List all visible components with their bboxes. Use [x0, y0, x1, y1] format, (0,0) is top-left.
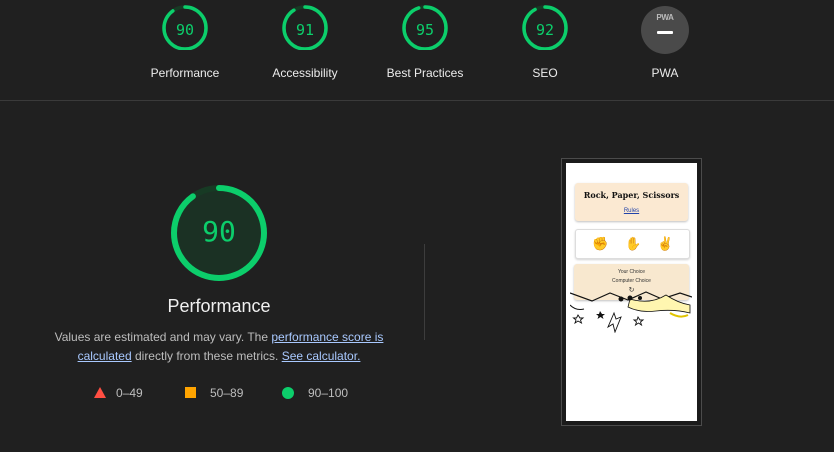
legend-range: 50–89 [210, 386, 244, 400]
computer-choice-text: Computer Choice [612, 278, 651, 284]
screenshot-screen: Rock, Paper, Scissors Rules ✊ ✋ ✌ Your C… [566, 163, 697, 421]
desc-text: Values are estimated and may vary. The [54, 330, 272, 344]
choices-card: ✊ ✋ ✌ [575, 229, 690, 259]
your-choice-text: Your Choice [617, 269, 646, 275]
gauge-score: 90 [175, 21, 195, 39]
gauge-label: PWA [651, 66, 679, 80]
final-screenshot[interactable]: Rock, Paper, Scissors Rules ✊ ✋ ✌ Your C… [561, 158, 702, 426]
divider [424, 244, 425, 340]
paper-icon: ✋ [625, 236, 642, 251]
circle-icon [282, 387, 294, 399]
gauge-score: 91 [295, 21, 315, 39]
performance-description: Values are estimated and may vary. The p… [40, 328, 398, 366]
gauge-label: Performance [150, 66, 220, 80]
performance-score: 90 [202, 215, 236, 248]
desc-text: directly from these metrics. [131, 349, 282, 363]
legend-fail: 0–49 [94, 386, 143, 400]
rock-icon: ✊ [592, 236, 609, 251]
pwa-badge-text: PWA [656, 13, 674, 22]
gauge-label: Best Practices [386, 66, 464, 80]
pwa-badge-icon: PWA [641, 6, 689, 54]
triangle-icon [94, 387, 106, 398]
gauge-score: 92 [535, 21, 555, 39]
gauge-best-practices[interactable]: 95 Best Practices [365, 0, 485, 80]
gauge-seo[interactable]: 92 SEO [485, 0, 605, 80]
performance-gauge: 90 [169, 183, 269, 283]
category-summary: 90 Performance 91 Accessibility 95 Best … [0, 0, 834, 101]
square-icon [185, 387, 196, 398]
performance-title: Performance [167, 296, 271, 316]
gauge-score: 95 [415, 21, 435, 39]
gauge-label: Accessibility [272, 66, 338, 80]
game-title: Rock, Paper, Scissors [583, 190, 680, 200]
comic-decoration-icon [570, 291, 692, 333]
legend-pass: 90–100 [282, 386, 348, 400]
legend-average: 50–89 [185, 386, 243, 400]
legend-range: 0–49 [116, 386, 143, 400]
dash-icon [657, 31, 673, 34]
rules-link: Rules [623, 208, 640, 214]
gauge-label: SEO [532, 66, 558, 80]
legend-range: 90–100 [308, 386, 349, 400]
see-calculator-link[interactable]: See calculator. [282, 349, 361, 363]
gauge-performance[interactable]: 90 Performance [125, 0, 245, 80]
scissors-icon: ✌ [657, 236, 674, 251]
gauge-accessibility[interactable]: 91 Accessibility [245, 0, 365, 80]
title-card: Rock, Paper, Scissors Rules [575, 183, 688, 221]
score-legend: 0–49 50–89 90–100 [0, 386, 834, 404]
